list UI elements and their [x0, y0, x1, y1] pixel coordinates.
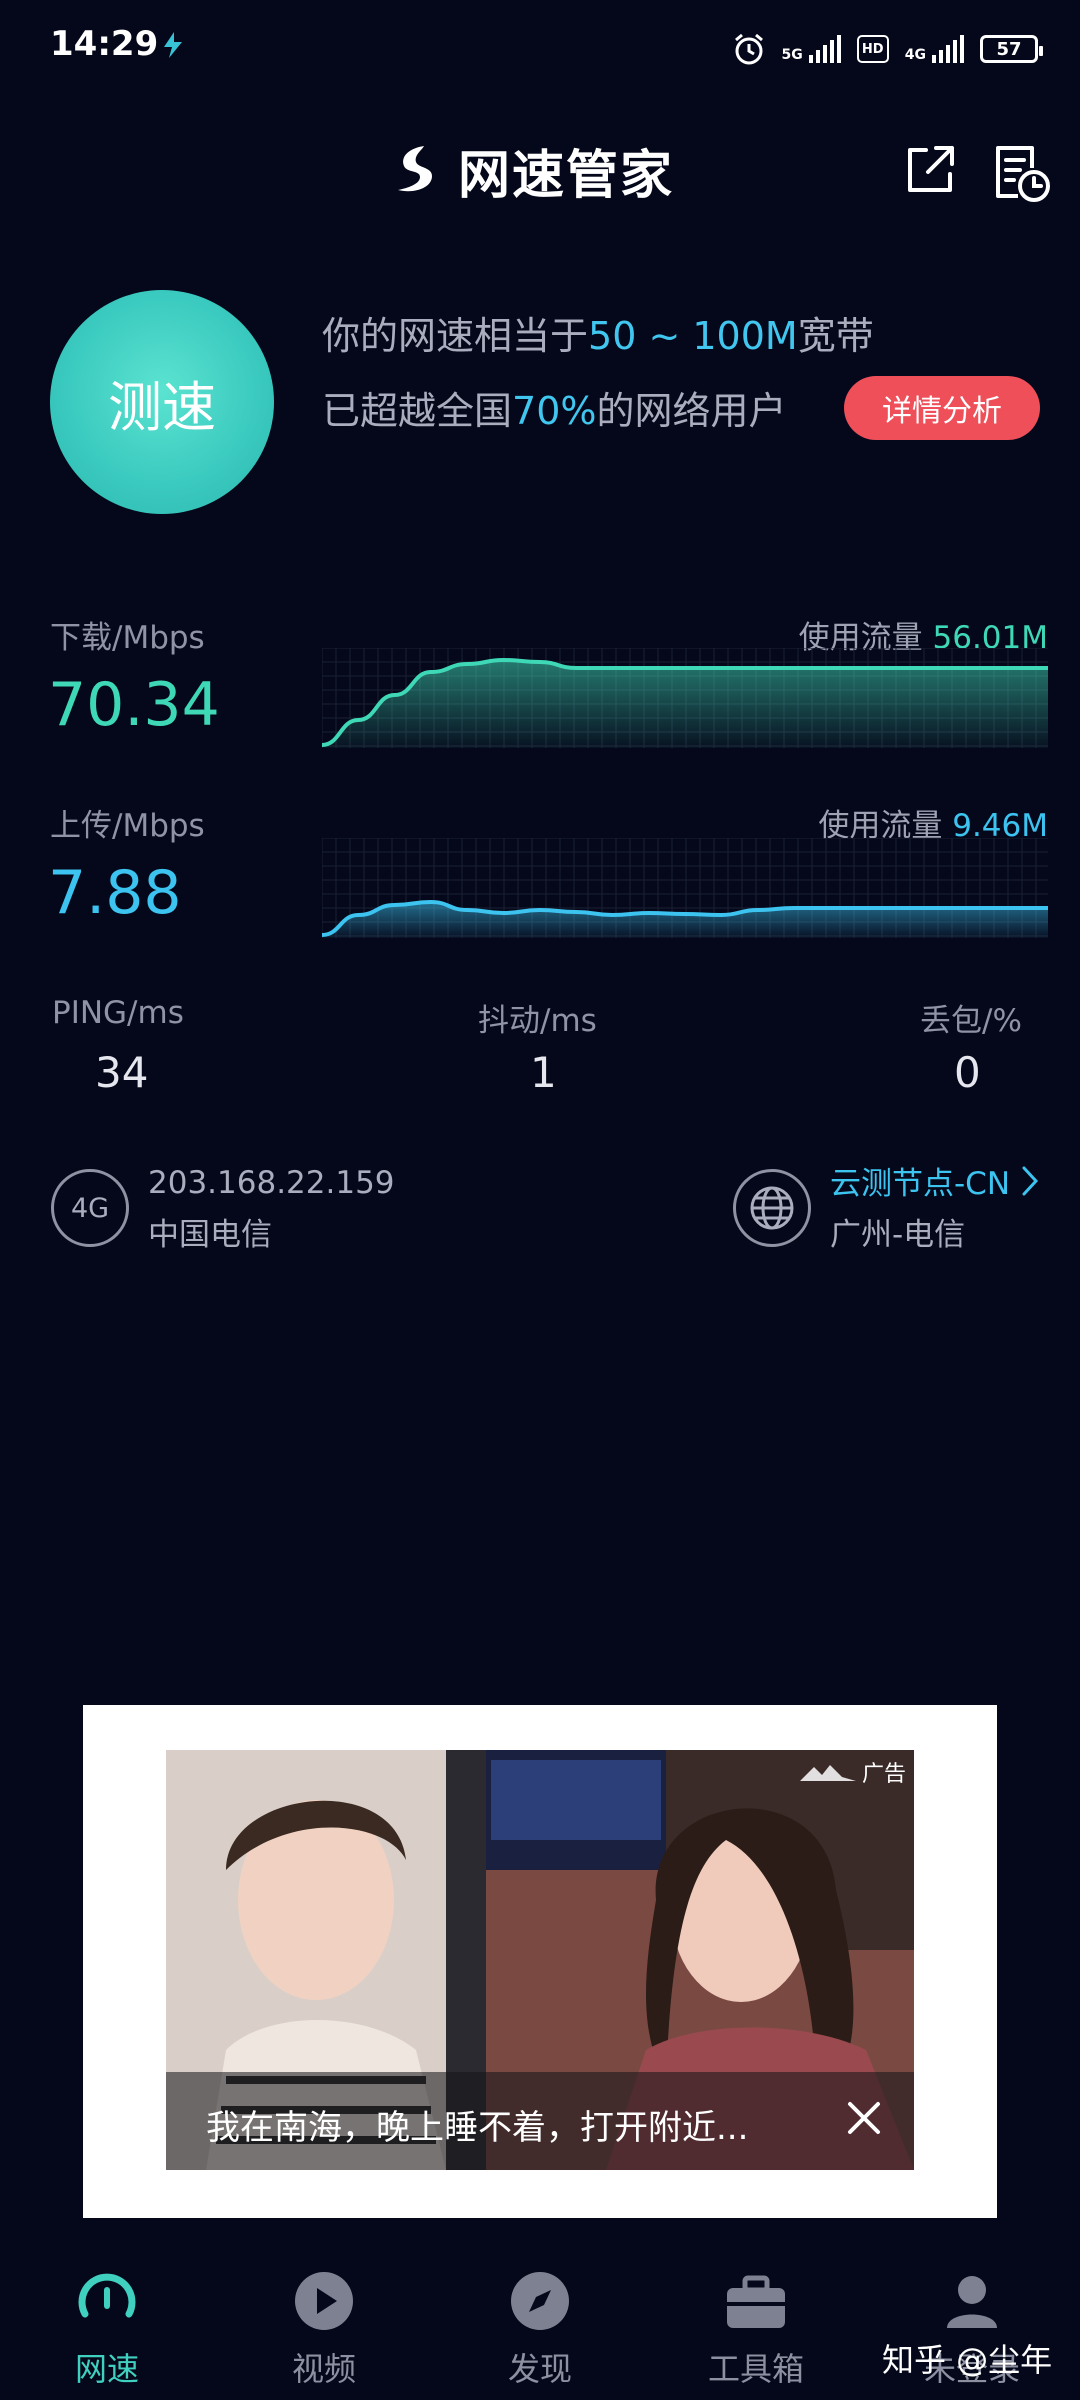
globe-icon[interactable] [733, 1169, 811, 1247]
cloud-node-selector[interactable]: 云测节点-CN [830, 1158, 1040, 1203]
battery-indicator: 57 [980, 35, 1043, 63]
nav-item-discover[interactable]: 发现 [460, 2256, 620, 2400]
ad-banner[interactable]: 广告 我在南海，晚上睡不着，打开附近... [166, 1750, 914, 2170]
summary-suffix: 宽带 [797, 314, 874, 358]
speedometer-icon [78, 2273, 136, 2318]
compass-icon [511, 2272, 569, 2330]
play-icon [295, 2272, 353, 2330]
speed-equivalent: 你的网速相当于50 ~ 100M宽带 [322, 305, 874, 360]
chevron-right-icon [1022, 1166, 1039, 1195]
alarm-icon [734, 33, 763, 65]
network-1-label: 5G [781, 47, 803, 63]
status-time: 14:29 [50, 24, 159, 64]
carrier-name: 中国电信 [148, 1217, 272, 1253]
nav-label-discover: 发现 [507, 2350, 572, 2388]
upload-value: 7.88 [48, 858, 182, 928]
nav-item-speed[interactable]: 网速 [27, 2256, 187, 2400]
upload-label: 上传/Mbps [50, 808, 205, 844]
ping-value: 34 [95, 1048, 149, 1097]
toolbox-icon [727, 2275, 785, 2328]
app-title-text: 网速管家 [458, 145, 675, 206]
summary-prefix: 你的网速相当于 [322, 314, 589, 358]
nav-label-video: 视频 [291, 2350, 356, 2388]
signal-5g: 5G [782, 35, 841, 63]
jitter-value: 1 [530, 1048, 557, 1097]
app-logo-icon [398, 146, 432, 192]
download-label: 下载/Mbps [50, 620, 205, 656]
ad-network-logo-icon [799, 1765, 856, 1781]
jitter-label: 抖动/ms [478, 1003, 597, 1039]
network-type-badge: 4G [51, 1169, 129, 1247]
nav-label-speed: 网速 [74, 2350, 139, 2388]
nav-item-toolbox[interactable]: 工具箱 [676, 2256, 836, 2400]
share-icon[interactable] [900, 140, 960, 200]
speed-test-button[interactable]: 测速 [50, 290, 274, 514]
ping-label: PING/ms [52, 995, 184, 1031]
bolt-icon [164, 32, 182, 58]
ad-badge: 广告 [799, 1756, 906, 1788]
speed-rank: 已超越全国70%的网络用户 [322, 380, 787, 435]
detail-analysis-button[interactable]: 详情分析 [844, 376, 1040, 440]
status-indicators: 5G HD 4G 57 [732, 28, 1043, 70]
ad-caption: 我在南海，晚上睡不着，打开附近... [206, 2108, 749, 2148]
loss-value: 0 [954, 1048, 981, 1097]
download-value: 70.34 [48, 670, 220, 740]
history-icon[interactable] [990, 140, 1052, 204]
user-icon [947, 2276, 997, 2328]
network-2-label: 4G [904, 47, 926, 63]
nav-item-video[interactable]: 视频 [244, 2256, 404, 2400]
signal-bars-icon [808, 35, 841, 63]
download-chart [322, 648, 1048, 748]
ad-caption-bar: 我在南海，晚上睡不着，打开附近... [166, 2072, 914, 2170]
upload-chart [322, 838, 1048, 938]
signal-4g: 4G [905, 35, 964, 63]
app-title: 网速管家 [390, 135, 675, 206]
rank-suffix: 的网络用户 [596, 389, 787, 433]
node-title: 云测节点-CN [830, 1166, 1011, 1202]
close-icon[interactable] [844, 2098, 884, 2138]
nav-label-toolbox: 工具箱 [707, 2350, 804, 2388]
hd-badge: HD [856, 35, 889, 63]
loss-label: 丢包/% [920, 1003, 1022, 1039]
summary-range: 50 ~ 100M [588, 314, 798, 358]
ad-badge-label: 广告 [861, 1762, 906, 1787]
signal-bars-icon [932, 35, 964, 63]
node-location: 广州-电信 [830, 1217, 966, 1253]
rank-prefix: 已超越全国 [322, 389, 513, 433]
rank-percent: 70% [512, 389, 597, 433]
ip-address: 203.168.22.159 [148, 1165, 395, 1201]
watermark: 知乎 @尘年 [882, 2341, 1053, 2379]
